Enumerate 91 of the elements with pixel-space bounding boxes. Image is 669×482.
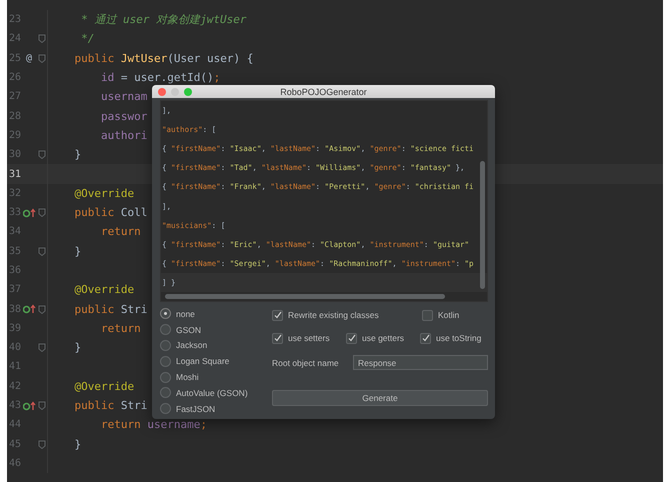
radio-button[interactable] bbox=[160, 372, 171, 383]
checkbox-label[interactable]: use setters bbox=[288, 333, 330, 343]
radio-button[interactable] bbox=[160, 403, 171, 414]
line-number: 37 bbox=[8, 284, 21, 296]
line-number: 45 bbox=[8, 438, 21, 450]
minimize-button[interactable] bbox=[171, 88, 179, 96]
line-number: 39 bbox=[8, 322, 21, 334]
line-number: 31 bbox=[8, 168, 21, 180]
override-icon[interactable] bbox=[22, 208, 36, 218]
line-number: 23 bbox=[8, 14, 21, 26]
code-line: public Stri bbox=[73, 302, 148, 316]
radio-button[interactable] bbox=[160, 324, 171, 336]
code-line: public Coll bbox=[73, 206, 148, 220]
code-line: * 通过 user 对象创建jwtUser bbox=[80, 12, 246, 28]
code-line: @Override bbox=[73, 186, 134, 200]
maximize-button[interactable] bbox=[184, 88, 192, 96]
radio-label[interactable]: Logan Square bbox=[176, 356, 230, 366]
code-line: @Override bbox=[73, 283, 134, 296]
fold-icon[interactable] bbox=[38, 246, 46, 256]
checkbox[interactable] bbox=[346, 332, 357, 344]
checkbox-label[interactable]: use toString bbox=[436, 333, 482, 343]
line-number: 29 bbox=[8, 130, 21, 141]
code-line: return bbox=[100, 322, 141, 335]
json-input-area[interactable] bbox=[160, 100, 488, 302]
code-line: } bbox=[73, 341, 82, 354]
fold-icon[interactable] bbox=[38, 150, 46, 160]
code-line: public Stri bbox=[73, 399, 148, 412]
fold-icon[interactable] bbox=[38, 304, 46, 314]
code-line: return bbox=[100, 225, 141, 238]
code-line: usernam bbox=[100, 90, 148, 104]
fold-icon[interactable] bbox=[38, 54, 46, 63]
checkbox[interactable] bbox=[272, 310, 283, 320]
field-label: Root object name bbox=[272, 358, 340, 368]
radio-label[interactable]: GSON bbox=[176, 324, 202, 335]
checkbox[interactable] bbox=[272, 332, 283, 344]
override-icon[interactable] bbox=[22, 400, 36, 411]
window-title: RoboPOJOGenerator bbox=[280, 86, 367, 96]
line-number: 30 bbox=[8, 149, 21, 160]
line-number: 44 bbox=[8, 419, 21, 430]
code-line: authori bbox=[100, 128, 148, 142]
gutter-mark[interactable]: @ bbox=[26, 52, 32, 64]
line-number: 42 bbox=[8, 380, 21, 392]
radio-label[interactable]: Moshi bbox=[176, 372, 199, 382]
radio-label[interactable]: AutoValue (GSON) bbox=[176, 388, 248, 398]
radio-button[interactable] bbox=[160, 356, 171, 367]
generate-button[interactable]: Generate bbox=[272, 390, 488, 406]
line-number: 46 bbox=[8, 458, 21, 469]
horizontal-scrollbar[interactable] bbox=[165, 294, 445, 299]
line-number: 27 bbox=[8, 91, 21, 102]
line-number: 41 bbox=[8, 361, 21, 372]
radio-label[interactable]: Jackson bbox=[176, 340, 208, 350]
code-line: return username; bbox=[100, 418, 207, 432]
code-line: } bbox=[73, 148, 82, 162]
fold-icon[interactable] bbox=[38, 440, 46, 449]
root-object-name-field[interactable]: Response bbox=[353, 355, 488, 370]
radio-button[interactable] bbox=[160, 340, 171, 351]
code-line: @Override bbox=[73, 380, 134, 393]
code-line: */ bbox=[80, 32, 94, 46]
checkbox-label[interactable]: Kotlin bbox=[438, 310, 460, 320]
line-number: 24 bbox=[8, 33, 21, 44]
radio-label[interactable]: none bbox=[176, 308, 195, 319]
code-line: } bbox=[73, 438, 82, 451]
line-number: 25 bbox=[8, 52, 21, 64]
fold-icon[interactable] bbox=[38, 343, 46, 352]
radio-label[interactable]: FastJSON bbox=[176, 404, 216, 414]
fold-icon[interactable] bbox=[38, 208, 46, 218]
code-line: } bbox=[73, 244, 82, 258]
line-number: 43 bbox=[8, 400, 21, 412]
fold-icon[interactable] bbox=[38, 401, 46, 410]
line-number: 33 bbox=[8, 207, 21, 218]
vertical-scrollbar[interactable] bbox=[480, 161, 485, 289]
line-number: 38 bbox=[8, 304, 21, 315]
checkbox[interactable] bbox=[422, 310, 433, 320]
checkbox[interactable] bbox=[420, 332, 431, 344]
override-icon[interactable] bbox=[22, 304, 36, 314]
line-number: 35 bbox=[8, 246, 21, 257]
line-number: 28 bbox=[8, 110, 21, 122]
fold-icon[interactable] bbox=[38, 34, 46, 44]
code-line: public JwtUser(User user) { bbox=[73, 52, 254, 65]
radio-button[interactable] bbox=[160, 387, 171, 398]
checkbox-label[interactable]: Rewrite existing classes bbox=[288, 310, 379, 320]
line-number: 34 bbox=[8, 226, 21, 238]
line-number: 40 bbox=[8, 342, 21, 354]
close-button[interactable] bbox=[158, 88, 166, 96]
line-number: 26 bbox=[8, 72, 21, 84]
code-line: passwor bbox=[100, 110, 148, 123]
code-line: id = user.getId(); bbox=[100, 71, 220, 84]
checkbox-label[interactable]: use getters bbox=[362, 333, 404, 343]
line-number: 36 bbox=[8, 265, 21, 276]
line-number: 32 bbox=[8, 188, 21, 199]
radio-button[interactable] bbox=[160, 308, 171, 320]
